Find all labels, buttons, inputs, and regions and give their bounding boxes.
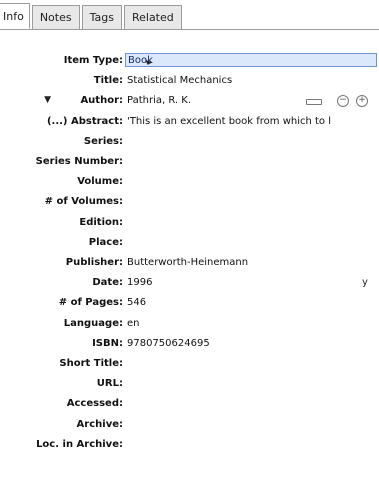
item-type-select[interactable]: Book — [125, 53, 377, 67]
num-pages-label: # of Pages: — [58, 297, 123, 309]
field-row-short-title: Short Title: — [0, 355, 379, 372]
num-volumes-label: # of Volumes: — [44, 196, 123, 208]
field-row-accessed: Accessed: — [0, 395, 379, 412]
tab-divider — [0, 29, 379, 30]
minus-icon[interactable]: − — [337, 95, 349, 108]
date-format-indicator: y — [362, 277, 368, 289]
field-row-language: Language: en — [0, 315, 379, 332]
title-value[interactable]: Statistical Mechanics — [127, 72, 232, 89]
short-title-label: Short Title: — [59, 358, 123, 369]
publisher-label: Publisher: — [65, 257, 123, 268]
field-mode-switch-icon[interactable] — [306, 99, 322, 106]
field-row-volume: Volume: — [0, 173, 379, 190]
field-row-num-pages: # of Pages: 546 — [0, 294, 379, 311]
accessed-label: Accessed: — [66, 398, 123, 410]
author-value[interactable]: Pathria, R. K. — [127, 92, 191, 109]
field-row-archive: Archive: — [0, 416, 379, 433]
tab-notes[interactable]: Notes — [31, 5, 80, 29]
place-label: Place: — [88, 236, 123, 248]
field-row-place: Place: — [0, 234, 379, 251]
volume-label: Volume: — [77, 176, 123, 188]
publisher-value[interactable]: Butterworth-Heinemann — [127, 254, 248, 271]
tab-tags[interactable]: Tags — [81, 5, 122, 29]
isbn-value[interactable]: 9780750624695 — [127, 335, 210, 352]
archive-label: Archive: — [76, 418, 123, 430]
field-row-date: Date: 1996 y — [0, 274, 379, 291]
abstract-value[interactable]: 'This is an excellent book from which to… — [127, 113, 331, 130]
abstract-label[interactable]: (...) Abstract: — [47, 113, 123, 130]
item-type-label: Item Type: — [63, 55, 123, 66]
field-row-publisher: Publisher: Butterworth-Heinemann — [0, 254, 379, 271]
field-row-series-number: Series Number: — [0, 153, 379, 170]
url-label[interactable]: URL: — [97, 375, 123, 392]
tab-info[interactable]: Info — [0, 3, 30, 29]
field-row-series: Series: — [0, 133, 379, 150]
series-label: Series: — [83, 135, 123, 147]
title-label: Title: — [93, 75, 123, 87]
date-value[interactable]: 1996 — [127, 274, 152, 291]
field-row-title: Title: Statistical Mechanics — [0, 72, 379, 89]
field-row-num-volumes: # of Volumes: — [0, 193, 379, 210]
date-label: Date: — [92, 277, 123, 289]
field-row-loc-in-archive: Loc. in Archive: — [0, 436, 379, 453]
field-row-edition: Edition: — [0, 214, 379, 231]
field-row-url: URL: — [0, 375, 379, 392]
triangle-down-icon[interactable]: ▼ — [44, 92, 51, 109]
field-row-author: ▼ Author: Pathria, R. K. − + — [0, 92, 379, 109]
isbn-label: ISBN: — [92, 337, 123, 349]
loc-in-archive-label: Loc. in Archive: — [36, 438, 123, 450]
num-pages-value[interactable]: 546 — [127, 294, 146, 311]
item-pane-tabs: Info Notes Tags Related — [0, 3, 379, 29]
field-row-abstract: (...) Abstract: 'This is an excellent bo… — [0, 113, 379, 130]
tab-related[interactable]: Related — [123, 5, 182, 29]
edition-label: Edition: — [79, 216, 123, 228]
language-label: Language: — [63, 317, 123, 329]
field-row-item-type: Item Type: Book — [0, 52, 379, 69]
author-label[interactable]: Author: — [80, 92, 123, 109]
language-value[interactable]: en — [127, 315, 140, 332]
field-row-isbn: ISBN: 9780750624695 — [0, 335, 379, 352]
plus-icon[interactable]: + — [356, 95, 368, 108]
series-number-label: Series Number: — [35, 156, 123, 167]
